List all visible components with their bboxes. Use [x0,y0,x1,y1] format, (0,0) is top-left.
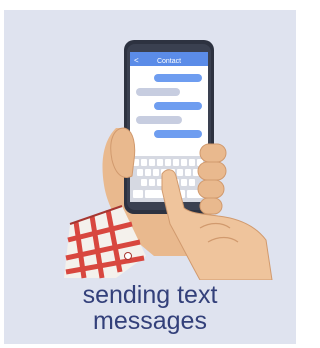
caption-line-1: sending text [82,281,218,309]
caption: sending text messages [4,282,296,334]
received-bubble [136,116,182,124]
gripping-fingers [197,143,227,215]
sent-bubble [154,102,202,110]
received-bubble [136,88,180,96]
back-glyph: < [134,56,139,65]
illustration-card: < Contact sending text messages [4,10,296,344]
cuff-button [124,252,132,260]
caption-line-2: messages [93,307,207,335]
screen-header-title: Contact [157,58,181,65]
texting-illustration: < Contact [64,40,273,280]
sent-bubble [154,130,202,138]
sent-bubble [154,74,202,82]
